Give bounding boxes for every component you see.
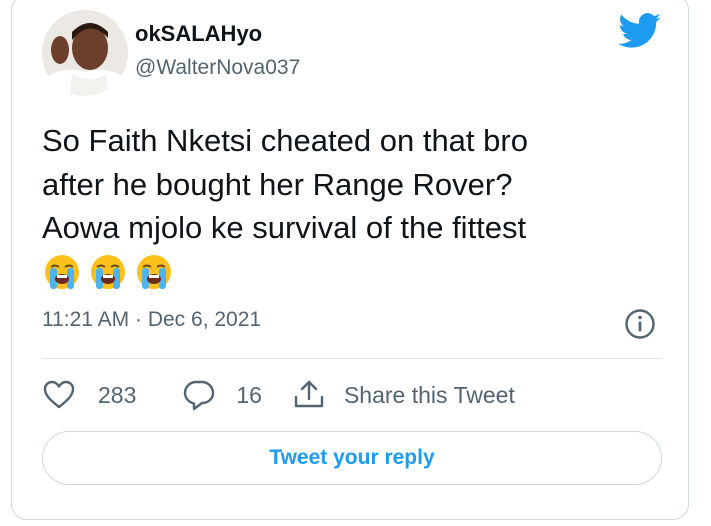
emoji-row <box>42 253 174 293</box>
like-button[interactable]: 283 <box>42 378 136 412</box>
reply-count: 16 <box>236 381 262 408</box>
display-name[interactable]: okSALAHyo <box>135 21 262 47</box>
share-button[interactable]: Share this Tweet <box>292 378 515 412</box>
reply-bubble-icon <box>184 380 215 411</box>
tweet-your-reply-button[interactable]: Tweet your reply <box>42 431 662 485</box>
heart-icon <box>43 380 75 409</box>
reply-action-button[interactable]: 16 <box>182 378 262 412</box>
loudly-crying-face-icon <box>45 255 79 289</box>
loudly-crying-face-icon <box>91 255 125 289</box>
avatar[interactable] <box>42 10 128 96</box>
tweet-timestamp[interactable]: 11:21 AM · Dec 6, 2021 <box>42 308 261 332</box>
tweet-actions: 283 16 Share this Tweet <box>42 373 515 417</box>
divider <box>42 358 662 359</box>
share-label: Share this Tweet <box>343 381 515 408</box>
like-count: 283 <box>98 381 137 408</box>
info-icon[interactable] <box>624 308 656 340</box>
twitter-bird-icon[interactable] <box>618 13 662 49</box>
tweet-card: okSALAHyo @WalterNova037 So Faith Nketsi… <box>11 0 689 520</box>
share-icon <box>294 380 324 408</box>
handle[interactable]: @WalterNova037 <box>135 56 300 80</box>
tweet-text: So Faith Nketsi cheated on that bro afte… <box>42 123 528 245</box>
loudly-crying-face-icon <box>137 255 171 289</box>
